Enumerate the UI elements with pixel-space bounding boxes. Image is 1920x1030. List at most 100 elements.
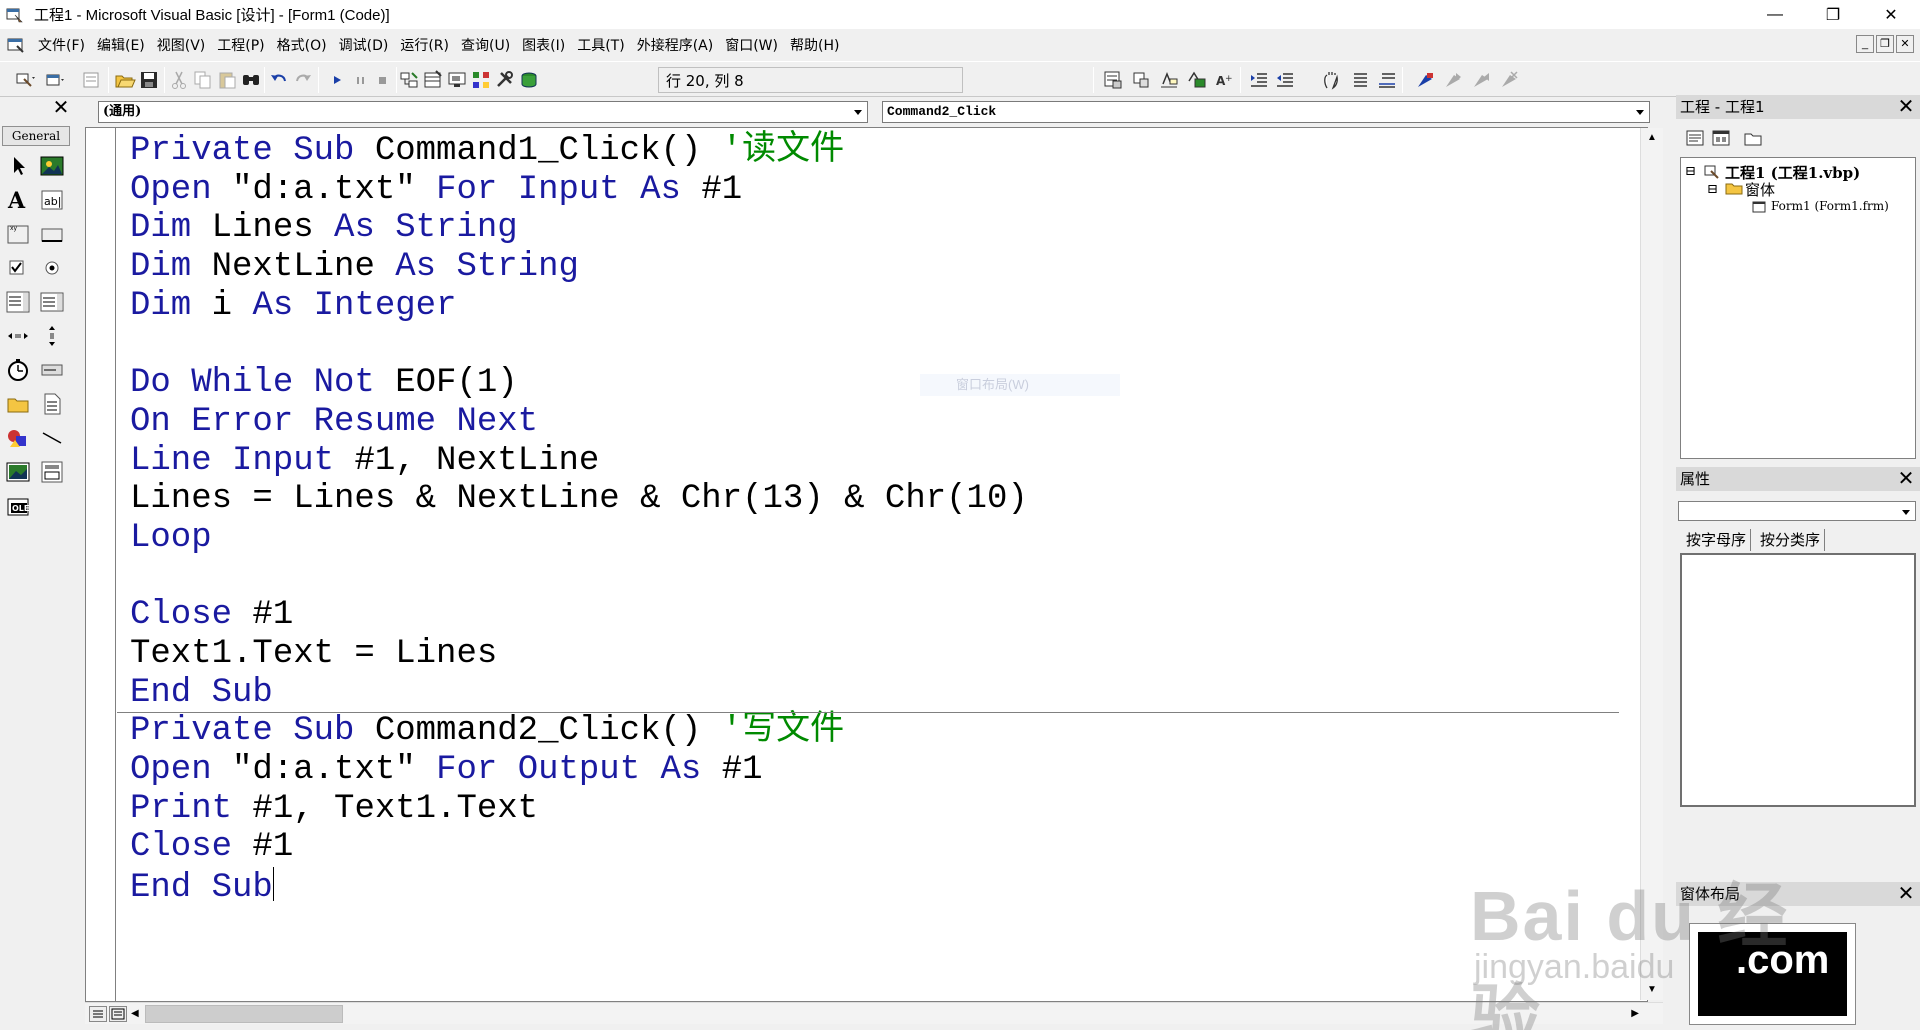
save-project-icon[interactable] xyxy=(138,69,160,91)
drivelistbox-tool-icon[interactable] xyxy=(39,357,65,383)
code-line[interactable]: End Sub xyxy=(130,674,1028,713)
menu-query[interactable]: 查询(U) xyxy=(455,35,516,55)
code-line[interactable]: Do While Not EOF(1) xyxy=(130,364,1028,403)
project-tree[interactable]: ⊟ 工程1 (工程1.vbp) ⊟ 窗体 Form1 (Form1.frm) xyxy=(1680,157,1916,459)
indent-icon[interactable] xyxy=(1248,69,1270,91)
code-line[interactable]: Loop xyxy=(130,519,1028,558)
toggle-bookmark-icon[interactable] xyxy=(1414,69,1436,91)
cut-icon[interactable] xyxy=(168,69,190,91)
code-line[interactable]: Close #1 xyxy=(130,828,1028,867)
break-icon[interactable] xyxy=(350,69,372,91)
previous-bookmark-icon[interactable] xyxy=(1470,69,1492,91)
procedure-combo[interactable]: Command2_Click xyxy=(882,101,1650,123)
redo-icon[interactable] xyxy=(292,69,314,91)
properties-window-icon[interactable] xyxy=(422,69,444,91)
menu-file[interactable]: 文件(F) xyxy=(32,35,91,55)
menu-run[interactable]: 运行(R) xyxy=(394,35,455,55)
next-bookmark-icon[interactable] xyxy=(1442,69,1464,91)
listbox-tool-icon[interactable] xyxy=(39,289,65,315)
checkbox-tool-icon[interactable] xyxy=(5,255,31,281)
code-editor[interactable]: Private Sub Command1_Click() '读文件 Open "d… xyxy=(85,127,1648,1002)
quick-info-icon[interactable] xyxy=(1158,69,1180,91)
code-line[interactable]: Private Sub Command2_Click() '写文件 xyxy=(130,712,1028,751)
tree-expander-icon[interactable]: ⊟ xyxy=(1685,164,1696,179)
code-line[interactable]: On Error Resume Next xyxy=(130,403,1028,442)
mdi-close-button[interactable]: ✕ xyxy=(1896,35,1914,53)
vscrollbar-tool-icon[interactable] xyxy=(39,323,65,349)
undo-icon[interactable] xyxy=(268,69,290,91)
menu-editor-icon[interactable] xyxy=(80,69,102,91)
line-tool-icon[interactable] xyxy=(39,425,65,451)
dirlistbox-tool-icon[interactable] xyxy=(5,391,31,417)
end-icon[interactable] xyxy=(372,69,394,91)
tab-alphabetic[interactable]: 按字母序 xyxy=(1682,529,1752,551)
start-icon[interactable] xyxy=(326,69,348,91)
menu-window[interactable]: 窗口(W) xyxy=(719,35,784,55)
code-line[interactable]: Dim Lines As String xyxy=(130,209,1028,248)
form-layout-icon[interactable] xyxy=(446,69,468,91)
code-line[interactable]: Private Sub Command1_Click() '读文件 xyxy=(130,132,1028,171)
menu-help[interactable]: 帮助(H) xyxy=(784,35,845,55)
margin-indicator-bar[interactable] xyxy=(86,128,116,1001)
add-project-icon[interactable] xyxy=(14,69,36,91)
menu-debug[interactable]: 调试(D) xyxy=(333,35,395,55)
textbox-tool-icon[interactable]: ab| xyxy=(39,187,65,213)
properties-panel-close-button[interactable]: ✕ xyxy=(1896,468,1916,490)
list-properties-icon[interactable] xyxy=(1102,69,1124,91)
chevron-down-icon[interactable] xyxy=(851,105,865,119)
tree-forms-folder[interactable]: 窗体 xyxy=(1745,179,1775,200)
code-lines[interactable]: Private Sub Command1_Click() '读文件 Open "d… xyxy=(130,132,1028,907)
comment-block-icon[interactable] xyxy=(1348,69,1370,91)
vb-app-icon[interactable] xyxy=(6,6,24,24)
find-icon[interactable] xyxy=(240,69,262,91)
filelistbox-tool-icon[interactable] xyxy=(39,391,65,417)
paste-icon[interactable] xyxy=(216,69,238,91)
code-line[interactable]: Line Input #1, NextLine xyxy=(130,442,1028,481)
tree-form1-node[interactable]: Form1 (Form1.frm) xyxy=(1771,199,1889,213)
shape-tool-icon[interactable] xyxy=(5,425,31,451)
view-code-icon[interactable] xyxy=(1684,127,1706,149)
object-browser-icon[interactable] xyxy=(470,69,492,91)
menu-diagram[interactable]: 图表(I) xyxy=(516,35,571,55)
pointer-tool-icon[interactable] xyxy=(5,153,31,179)
code-line[interactable] xyxy=(130,558,1028,597)
add-form-icon[interactable] xyxy=(44,69,66,91)
commandbutton-tool-icon[interactable] xyxy=(39,221,65,247)
optionbutton-tool-icon[interactable] xyxy=(39,255,65,281)
open-project-icon[interactable] xyxy=(114,69,136,91)
code-line[interactable]: Lines = Lines & NextLine & Chr(13) & Chr… xyxy=(130,480,1028,519)
menu-format[interactable]: 格式(O) xyxy=(271,35,333,55)
toggle-folders-icon[interactable] xyxy=(1742,127,1764,149)
code-line[interactable]: Dim i As Integer xyxy=(130,287,1028,326)
code-line[interactable]: Print #1, Text1.Text xyxy=(130,790,1028,829)
full-module-view-button[interactable] xyxy=(109,1006,127,1022)
timer-tool-icon[interactable] xyxy=(5,357,31,383)
clear-bookmarks-icon[interactable] xyxy=(1498,69,1520,91)
project-panel-close-button[interactable]: ✕ xyxy=(1896,96,1916,118)
code-line[interactable]: Close #1 xyxy=(130,596,1028,635)
view-object-icon[interactable] xyxy=(1710,127,1732,149)
ole-tool-icon[interactable]: OLE xyxy=(5,493,31,519)
complete-word-icon[interactable]: A + xyxy=(1214,69,1236,91)
code-line[interactable]: Open "d:a.txt" For Input As #1 xyxy=(130,171,1028,210)
menu-tools[interactable]: 工具(T) xyxy=(571,35,630,55)
image-tool-icon[interactable] xyxy=(5,459,31,485)
scroll-up-icon[interactable]: ▲ xyxy=(1646,132,1658,144)
tab-categorized[interactable]: 按分类序 xyxy=(1756,529,1826,551)
tree-expander-icon[interactable]: ⊟ xyxy=(1707,182,1718,197)
combobox-tool-icon[interactable] xyxy=(5,289,31,315)
frame-tool-icon[interactable]: xy xyxy=(5,221,31,247)
toolbox-general-tab[interactable]: General xyxy=(2,126,70,146)
list-constants-icon[interactable] xyxy=(1130,69,1152,91)
picturebox-tool-icon[interactable] xyxy=(39,153,65,179)
project-explorer-icon[interactable] xyxy=(398,69,420,91)
form-layout-panel-close-button[interactable]: ✕ xyxy=(1896,883,1916,905)
code-line[interactable]: Open "d:a.txt" For Output As #1 xyxy=(130,751,1028,790)
minimize-button[interactable]: — xyxy=(1746,0,1804,29)
chevron-down-icon[interactable] xyxy=(1633,105,1647,119)
code-line[interactable]: End Sub xyxy=(130,867,1028,907)
procedure-view-button[interactable] xyxy=(89,1006,107,1022)
code-horizontal-scrollbar[interactable]: ◀ ▶ xyxy=(85,1002,1663,1024)
horizontal-scroll-thumb[interactable] xyxy=(145,1005,343,1023)
parameter-info-icon[interactable] xyxy=(1186,69,1208,91)
